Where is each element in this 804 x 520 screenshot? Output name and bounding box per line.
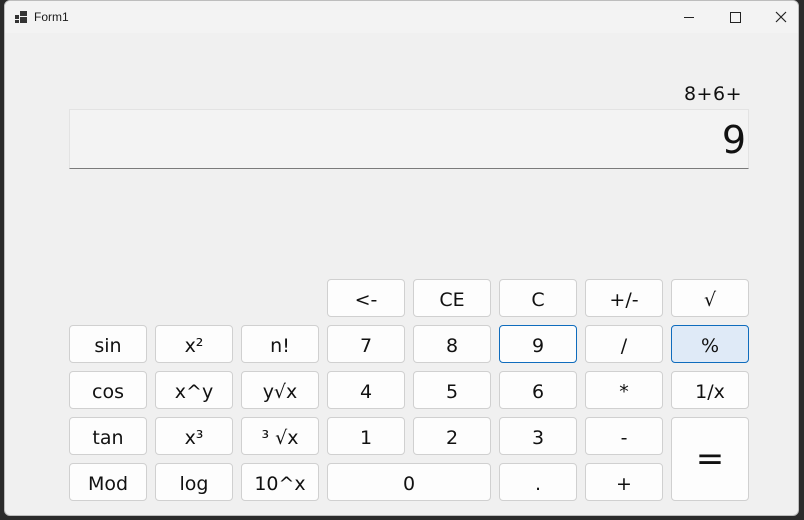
- result-display[interactable]: 9: [69, 109, 749, 169]
- cos-button[interactable]: cos: [69, 371, 147, 409]
- cube-root-button[interactable]: ³ √x: [241, 417, 319, 455]
- window-title: Form1: [34, 10, 69, 24]
- digit-6-button[interactable]: 6: [499, 371, 577, 409]
- multiply-button[interactable]: *: [585, 371, 663, 409]
- digit-7-button[interactable]: 7: [327, 325, 405, 363]
- add-button[interactable]: +: [585, 463, 663, 501]
- divide-button[interactable]: /: [585, 325, 663, 363]
- backspace-button[interactable]: <-: [327, 279, 405, 317]
- digit-2-button[interactable]: 2: [413, 417, 491, 455]
- power-button[interactable]: x^y: [155, 371, 233, 409]
- y-root-button[interactable]: y√x: [241, 371, 319, 409]
- calculator-window: Form1 8+6+ 9 <- CE C +/- √ sin x² n! 7 8…: [4, 0, 799, 516]
- digit-8-button[interactable]: 8: [413, 325, 491, 363]
- digit-9-button[interactable]: 9: [499, 325, 577, 363]
- factorial-button[interactable]: n!: [241, 325, 319, 363]
- digit-0-button[interactable]: 0: [327, 463, 491, 501]
- digit-1-button[interactable]: 1: [327, 417, 405, 455]
- title-bar[interactable]: Form1: [5, 1, 798, 33]
- percent-button[interactable]: %: [671, 325, 749, 363]
- decimal-button[interactable]: .: [499, 463, 577, 501]
- minimize-button[interactable]: [666, 1, 712, 33]
- close-icon: [775, 11, 787, 23]
- ten-power-button[interactable]: 10^x: [241, 463, 319, 501]
- minimize-icon: [684, 16, 694, 18]
- maximize-icon: [729, 11, 741, 23]
- square-button[interactable]: x²: [155, 325, 233, 363]
- reciprocal-button[interactable]: 1/x: [671, 371, 749, 409]
- maximize-button[interactable]: [712, 1, 758, 33]
- log-button[interactable]: log: [155, 463, 233, 501]
- digit-4-button[interactable]: 4: [327, 371, 405, 409]
- tan-button[interactable]: tan: [69, 417, 147, 455]
- result-value: 9: [721, 118, 746, 162]
- digit-5-button[interactable]: 5: [413, 371, 491, 409]
- sqrt-button[interactable]: √: [671, 279, 749, 317]
- sin-button[interactable]: sin: [69, 325, 147, 363]
- cube-button[interactable]: x³: [155, 417, 233, 455]
- close-button[interactable]: [758, 1, 798, 33]
- digit-3-button[interactable]: 3: [499, 417, 577, 455]
- mod-button[interactable]: Mod: [69, 463, 147, 501]
- equals-button[interactable]: =: [671, 417, 749, 501]
- subtract-button[interactable]: -: [585, 417, 663, 455]
- clear-entry-button[interactable]: CE: [413, 279, 491, 317]
- negate-button[interactable]: +/-: [585, 279, 663, 317]
- app-window-icon: [15, 11, 27, 23]
- clear-button[interactable]: C: [499, 279, 577, 317]
- expression-label: 8+6+: [683, 83, 742, 105]
